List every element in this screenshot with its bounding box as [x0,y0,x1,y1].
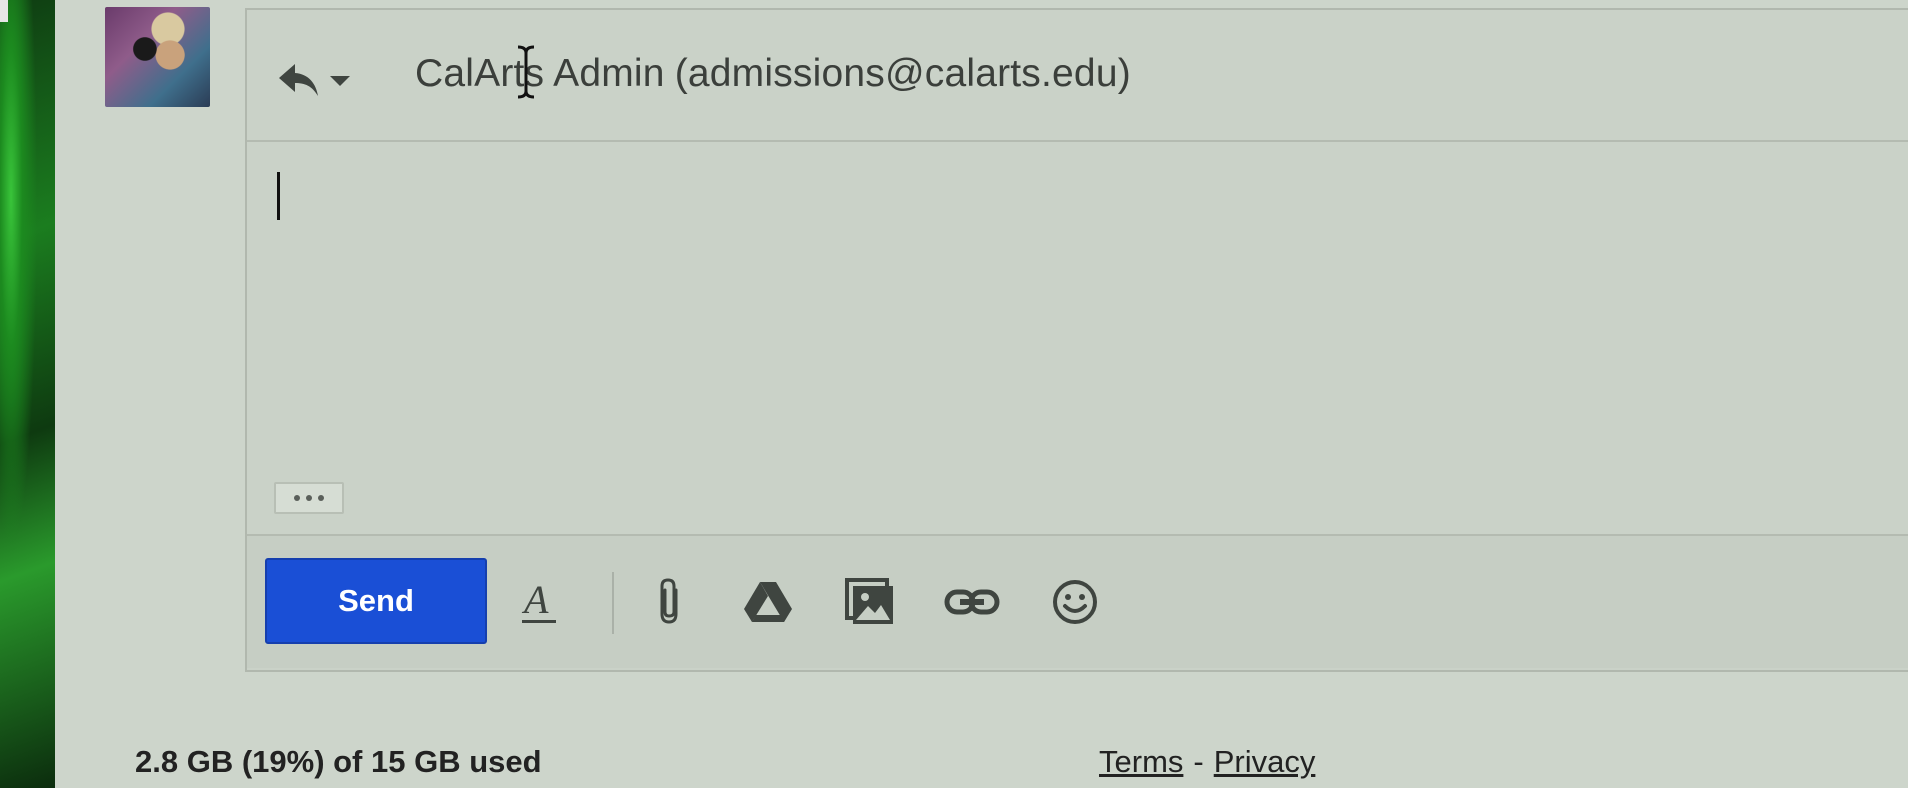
privacy-link[interactable]: Privacy [1214,744,1316,779]
text-caret [277,172,280,220]
storage-usage: 2.8 GB (19%) of 15 GB used [135,744,542,779]
more-dot [306,495,312,501]
svg-text:A: A [521,577,549,622]
footer-links: Terms - Privacy [1099,744,1315,780]
attach-icon [660,578,678,624]
message-body-input[interactable] [247,142,1908,536]
chevron-down-icon [330,76,350,86]
formatting-icon: A [521,577,556,623]
more-dot [318,495,324,501]
avatar [105,7,210,107]
reply-icon [279,64,318,96]
formatting-options-button[interactable]: A [511,574,567,630]
desktop-background [0,0,55,788]
emoji-icon [1053,580,1097,624]
recipient-name: CalArts Admin [415,52,665,95]
insert-from-drive-button[interactable] [740,574,796,630]
send-button[interactable]: Send [265,558,487,644]
more-dot [294,495,300,501]
drive-icon [744,582,792,622]
compose-toolbar: Send A [247,536,1908,668]
compose-header: CalArts Admin (admissions@calarts.edu) [247,10,1908,142]
insert-link-icon [944,589,1000,615]
insert-photo-button[interactable] [842,574,898,630]
toolbar-divider [612,572,614,634]
recipient[interactable]: CalArts Admin (admissions@calarts.edu) [415,52,1131,96]
attach-files-button[interactable] [641,574,697,630]
terms-link[interactable]: Terms [1099,744,1183,779]
show-trimmed-content-button[interactable] [274,482,344,514]
insert-photo-icon [845,578,893,624]
insert-link-button[interactable] [944,574,1000,630]
gmail-window: CalArts Admin (admissions@calarts.edu) Se… [55,0,1908,788]
reply-compose-box: CalArts Admin (admissions@calarts.edu) Se… [245,8,1908,672]
insert-emoji-button[interactable] [1047,574,1103,630]
reply-type-button[interactable] [277,55,367,105]
recipient-email: (admissions@calarts.edu) [674,52,1131,95]
footer-separator: - [1193,744,1204,779]
